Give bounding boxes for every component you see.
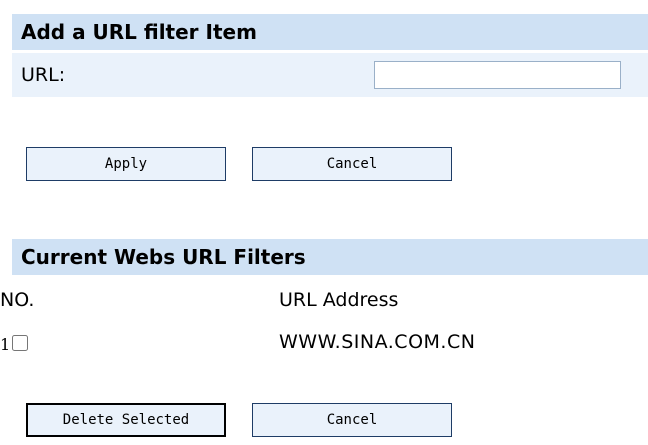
row-select-checkbox[interactable]	[12, 335, 28, 351]
current-url-filters-title: Current Webs URL Filters	[21, 245, 306, 269]
row-number: 1	[0, 335, 11, 354]
add-url-filter-header: Add a URL filter Item	[12, 14, 648, 50]
url-input[interactable]	[374, 61, 621, 89]
apply-button[interactable]: Apply	[26, 147, 226, 181]
delete-selected-button[interactable]: Delete Selected	[26, 403, 226, 437]
column-header-no: NO.	[0, 289, 35, 311]
row-url-address: WWW.SINA.COM.CN	[279, 331, 476, 353]
cancel-add-button[interactable]: Cancel	[252, 147, 452, 181]
url-filter-page: Add a URL filter Item URL: Apply Cancel …	[0, 0, 648, 445]
current-url-filters-header: Current Webs URL Filters	[12, 239, 648, 275]
add-url-filter-title: Add a URL filter Item	[21, 20, 257, 44]
cancel-delete-button[interactable]: Cancel	[252, 403, 452, 437]
url-label: URL:	[21, 64, 66, 86]
url-row: URL:	[12, 53, 648, 97]
column-header-url-address: URL Address	[279, 289, 399, 311]
